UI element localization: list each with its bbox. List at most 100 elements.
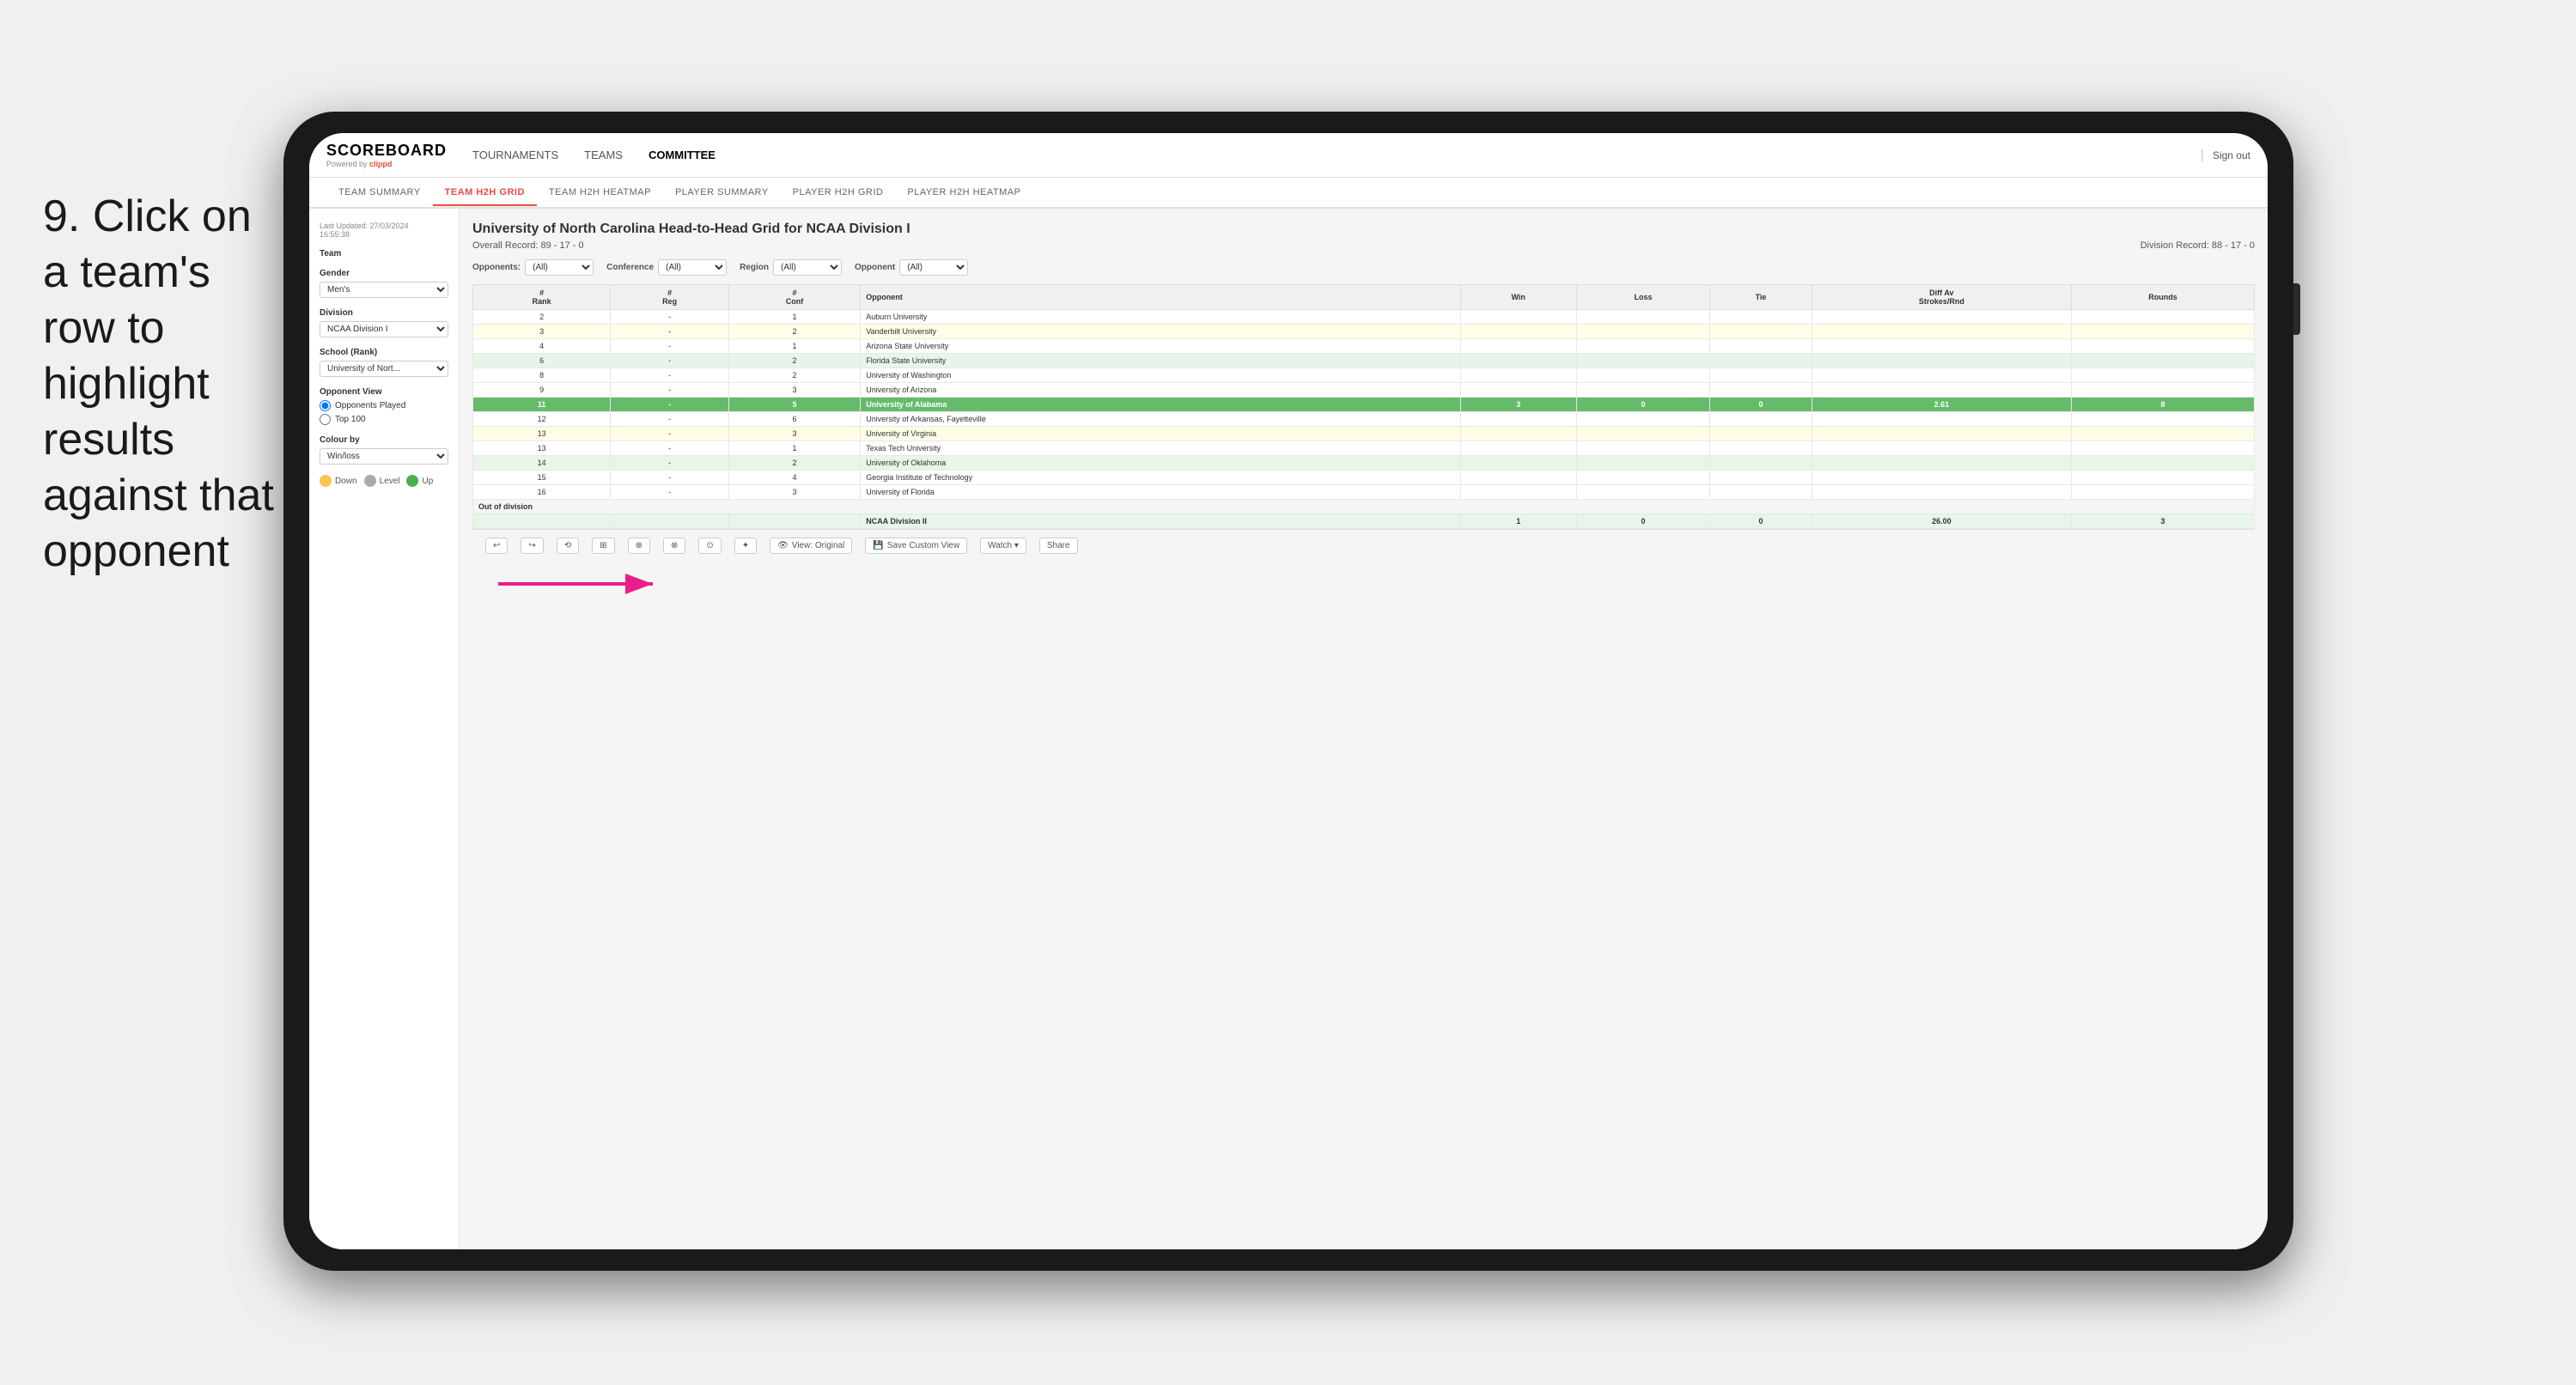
circle-button[interactable]: ⊙ bbox=[698, 538, 721, 554]
save-icon: 💾 bbox=[873, 541, 883, 550]
radio-opponents-played[interactable]: Opponents Played bbox=[320, 400, 448, 411]
tablet-side-button bbox=[2293, 283, 2300, 335]
legend-up: Up bbox=[406, 475, 433, 487]
opponent-label: Opponent bbox=[855, 263, 895, 272]
sidebar-opponent-view-label: Opponent View bbox=[320, 387, 448, 397]
grid-button[interactable]: ⊞ bbox=[592, 538, 614, 554]
col-reg: #Reg bbox=[611, 285, 728, 310]
save-custom-view-button[interactable]: 💾 Save Custom View bbox=[865, 538, 967, 554]
tablet-device: SCOREBOARD Powered by clippd TOURNAMENTS… bbox=[283, 112, 2293, 1271]
table-row[interactable]: 16 - 3 University of Florida bbox=[473, 485, 2255, 500]
section-header-row: Out of division bbox=[473, 500, 2255, 514]
back-button[interactable]: ⟲ bbox=[557, 538, 579, 554]
table-row[interactable]: 9 - 3 University of Arizona bbox=[473, 383, 2255, 398]
col-rounds: Rounds bbox=[2072, 285, 2255, 310]
sidebar-colour-label: Colour by bbox=[320, 435, 448, 445]
radio-top-100[interactable]: Top 100 bbox=[320, 414, 448, 425]
sidebar-opponent-view-section: Opponent View Opponents Played Top 100 bbox=[320, 387, 448, 425]
sub-nav-player-h2h-grid[interactable]: PLAYER H2H GRID bbox=[781, 180, 896, 204]
nav-teams[interactable]: TEAMS bbox=[584, 145, 623, 165]
logo-area: SCOREBOARD Powered by clippd bbox=[326, 142, 447, 168]
sign-out-link[interactable]: Sign out bbox=[2213, 149, 2250, 161]
logo-scoreboard: SCOREBOARD bbox=[326, 142, 447, 160]
col-conf: #Conf bbox=[728, 285, 860, 310]
instruction-body: Click on a team's row to highlight resul… bbox=[43, 191, 274, 576]
conference-label: Conference bbox=[606, 263, 654, 272]
grid-content: University of North Carolina Head-to-Hea… bbox=[460, 209, 2268, 1249]
table-row[interactable]: 15 - 4 Georgia Institute of Technology bbox=[473, 471, 2255, 485]
sidebar-school-label: School (Rank) bbox=[320, 348, 448, 357]
sub-nav-player-summary[interactable]: PLAYER SUMMARY bbox=[663, 180, 781, 204]
table-row[interactable]: 6 - 2 Florida State University bbox=[473, 354, 2255, 368]
col-opponent: Opponent bbox=[861, 285, 1461, 310]
remove-button[interactable]: ⊗ bbox=[663, 538, 685, 554]
tablet-screen: SCOREBOARD Powered by clippd TOURNAMENTS… bbox=[309, 133, 2268, 1249]
table-row[interactable]: 13 - 1 Texas Tech University bbox=[473, 441, 2255, 456]
add-button[interactable]: ⊕ bbox=[628, 538, 650, 554]
sidebar: Last Updated: 27/03/2024 16:55:38 Team G… bbox=[309, 209, 460, 1249]
nav-tournaments[interactable]: TOURNAMENTS bbox=[472, 145, 558, 165]
logo-powered: Powered by clippd bbox=[326, 160, 447, 168]
col-loss: Loss bbox=[1576, 285, 1710, 310]
table-row[interactable]: 12 - 6 University of Arkansas, Fayettevi… bbox=[473, 412, 2255, 427]
sidebar-school-select[interactable]: University of Nort... bbox=[320, 361, 448, 377]
sidebar-team-section: Team bbox=[320, 249, 448, 258]
sidebar-division-section: Division NCAA Division I bbox=[320, 308, 448, 337]
opponent-select[interactable]: (All) bbox=[899, 259, 968, 276]
star-button[interactable]: ✦ bbox=[734, 538, 757, 554]
sidebar-gender-label: Gender bbox=[320, 269, 448, 278]
share-button[interactable]: Share bbox=[1039, 538, 1078, 554]
division-record: Division Record: 88 - 17 - 0 bbox=[2141, 240, 2255, 251]
sidebar-radio-group: Opponents Played Top 100 bbox=[320, 400, 448, 425]
sub-nav-team-h2h-grid[interactable]: TEAM H2H GRID bbox=[433, 180, 537, 206]
sub-nav-team-h2h-heatmap[interactable]: TEAM H2H HEATMAP bbox=[537, 180, 663, 204]
h2h-table: #Rank #Reg #Conf Opponent Win Loss Tie D… bbox=[472, 284, 2255, 529]
sidebar-division-select[interactable]: NCAA Division I bbox=[320, 321, 448, 337]
table-row[interactable]: 2 - 1 Auburn University bbox=[473, 310, 2255, 325]
last-updated: Last Updated: 27/03/2024 16:55:38 bbox=[320, 222, 448, 239]
sidebar-team-label: Team bbox=[320, 249, 448, 258]
nav-links: TOURNAMENTS TEAMS COMMITTEE bbox=[472, 145, 2201, 165]
watch-button[interactable]: Watch ▾ bbox=[980, 538, 1026, 554]
sub-nav: TEAM SUMMARY TEAM H2H GRID TEAM H2H HEAT… bbox=[309, 178, 2268, 209]
out-of-division-table-row[interactable]: NCAA Division II 1 0 0 26.00 3 bbox=[473, 514, 2255, 529]
grid-title: University of North Carolina Head-to-Hea… bbox=[472, 222, 2255, 237]
table-row[interactable]: 14 - 2 University of Oklahoma bbox=[473, 456, 2255, 471]
opponents-label: Opponents: bbox=[472, 263, 521, 272]
filter-row: Opponents: (All) Conference (All) Region bbox=[472, 259, 2255, 276]
sidebar-school-section: School (Rank) University of Nort... bbox=[320, 348, 448, 377]
col-rank: #Rank bbox=[473, 285, 611, 310]
legend-level: Level bbox=[364, 475, 400, 487]
instruction-text: 9. Click on a team's row to highlight re… bbox=[43, 189, 283, 580]
main-content: Last Updated: 27/03/2024 16:55:38 Team G… bbox=[309, 209, 2268, 1249]
filter-opponents: Opponents: (All) bbox=[472, 259, 594, 276]
sub-nav-team-summary[interactable]: TEAM SUMMARY bbox=[326, 180, 433, 204]
col-tie: Tie bbox=[1710, 285, 1812, 310]
bottom-toolbar: ↩ ↪ ⟲ ⊞ ⊕ ⊗ ⊙ ✦ 👁 View: Original 💾 Save … bbox=[472, 529, 2255, 562]
undo-button[interactable]: ↩ bbox=[485, 538, 508, 554]
table-row[interactable]: 3 - 2 Vanderbilt University bbox=[473, 325, 2255, 339]
region-label: Region bbox=[740, 263, 769, 272]
sidebar-colour-select[interactable]: Win/loss bbox=[320, 448, 448, 465]
table-row[interactable]: 4 - 1 Arizona State University bbox=[473, 339, 2255, 354]
filter-conference: Conference (All) bbox=[606, 259, 727, 276]
table-row-highlighted[interactable]: 11 - 5 University of Alabama 3 0 0 2.61 … bbox=[473, 398, 2255, 412]
filter-region: Region (All) bbox=[740, 259, 842, 276]
legend-down: Down bbox=[320, 475, 357, 487]
filter-opponent: Opponent (All) bbox=[855, 259, 968, 276]
nav-bar: SCOREBOARD Powered by clippd TOURNAMENTS… bbox=[309, 133, 2268, 178]
sidebar-colour-section: Colour by Win/loss bbox=[320, 435, 448, 465]
legend-dot-down bbox=[320, 475, 332, 487]
redo-button[interactable]: ↪ bbox=[521, 538, 543, 554]
sub-nav-player-h2h-heatmap[interactable]: PLAYER H2H HEATMAP bbox=[895, 180, 1032, 204]
view-original-button[interactable]: 👁 View: Original bbox=[770, 538, 852, 554]
region-select[interactable]: (All) bbox=[773, 259, 842, 276]
table-row[interactable]: 8 - 2 University of Washington bbox=[473, 368, 2255, 383]
nav-committee[interactable]: COMMITTEE bbox=[649, 145, 716, 165]
table-row[interactable]: 13 - 3 University of Virginia bbox=[473, 427, 2255, 441]
conference-select[interactable]: (All) bbox=[658, 259, 727, 276]
nav-divider: | bbox=[2201, 148, 2204, 163]
opponents-select[interactable]: (All) bbox=[525, 259, 594, 276]
sidebar-gender-section: Gender Men's bbox=[320, 269, 448, 298]
sidebar-gender-select[interactable]: Men's bbox=[320, 282, 448, 298]
